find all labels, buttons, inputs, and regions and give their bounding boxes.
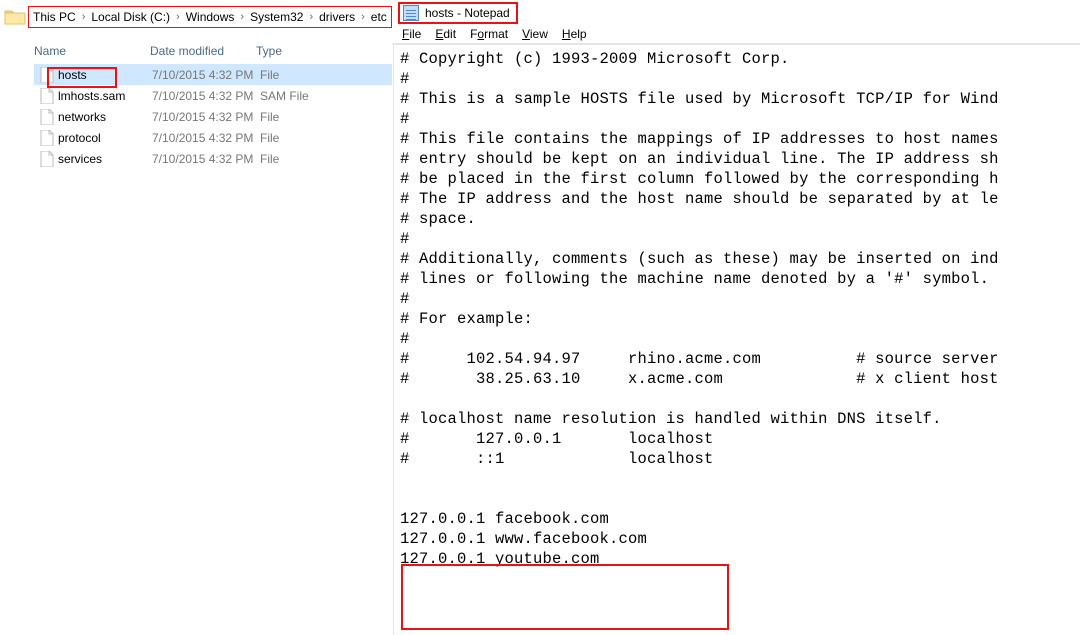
file-date: 7/10/2015 4:32 PM — [152, 110, 260, 124]
file-date: 7/10/2015 4:32 PM — [152, 68, 260, 82]
file-icon — [38, 129, 56, 147]
file-icon — [38, 150, 56, 168]
notepad-window: hosts - Notepad File Edit Format View He… — [392, 0, 1080, 635]
file-list: hosts 7/10/2015 4:32 PM File lmhosts.sam… — [0, 64, 392, 169]
header-date[interactable]: Date modified — [150, 44, 256, 58]
file-date: 7/10/2015 4:32 PM — [152, 152, 260, 166]
editor-text[interactable]: # Copyright (c) 1993-2009 Microsoft Corp… — [400, 49, 1080, 569]
folder-icon — [4, 6, 26, 28]
file-type: SAM File — [260, 89, 340, 103]
file-name: hosts — [58, 68, 152, 82]
menu-help[interactable]: Help — [562, 27, 587, 41]
file-type: File — [260, 110, 340, 124]
file-name: services — [58, 152, 152, 166]
crumb-windows[interactable]: Windows — [186, 10, 235, 24]
file-type: File — [260, 131, 340, 145]
file-icon — [38, 108, 56, 126]
chevron-right-icon: › — [82, 11, 86, 23]
crumb-this-pc[interactable]: This PC — [33, 10, 76, 24]
file-date: 7/10/2015 4:32 PM — [152, 89, 260, 103]
header-type[interactable]: Type — [256, 44, 336, 58]
window-title: hosts - Notepad — [425, 6, 510, 20]
crumb-c[interactable]: Local Disk (C:) — [91, 10, 170, 24]
chevron-right-icon: › — [176, 11, 180, 23]
file-name: protocol — [58, 131, 152, 145]
menu-view[interactable]: View — [522, 27, 548, 41]
address-bar: This PC › Local Disk (C:) › Windows › Sy… — [0, 0, 392, 30]
crumb-drivers[interactable]: drivers — [319, 10, 355, 24]
crumb-etc[interactable]: etc — [371, 10, 387, 24]
menu-bar: File Edit Format View Help — [392, 24, 1080, 44]
notepad-editor[interactable]: # Copyright (c) 1993-2009 Microsoft Corp… — [393, 44, 1080, 635]
crumb-system32[interactable]: System32 — [250, 10, 303, 24]
file-row[interactable]: services 7/10/2015 4:32 PM File — [34, 148, 392, 169]
breadcrumb[interactable]: This PC › Local Disk (C:) › Windows › Sy… — [28, 6, 392, 28]
file-type: File — [260, 68, 340, 82]
file-row[interactable]: networks 7/10/2015 4:32 PM File — [34, 106, 392, 127]
file-name: networks — [58, 110, 152, 124]
file-icon — [38, 66, 56, 84]
menu-format[interactable]: Format — [470, 27, 508, 41]
chevron-right-icon: › — [361, 11, 365, 23]
header-name[interactable]: Name — [34, 44, 150, 58]
file-icon — [38, 87, 56, 105]
file-row[interactable]: hosts 7/10/2015 4:32 PM File — [34, 64, 392, 85]
notepad-icon — [403, 5, 419, 21]
menu-file[interactable]: File — [402, 27, 421, 41]
chevron-right-icon: › — [309, 11, 313, 23]
file-row[interactable]: protocol 7/10/2015 4:32 PM File — [34, 127, 392, 148]
file-type: File — [260, 152, 340, 166]
menu-edit[interactable]: Edit — [435, 27, 456, 41]
file-name: lmhosts.sam — [58, 89, 152, 103]
column-headers: Name Date modified Type — [0, 30, 392, 64]
chevron-right-icon: › — [240, 11, 244, 23]
file-date: 7/10/2015 4:32 PM — [152, 131, 260, 145]
file-explorer: This PC › Local Disk (C:) › Windows › Sy… — [0, 0, 392, 635]
notepad-title-bar: hosts - Notepad — [392, 0, 1080, 24]
file-row[interactable]: lmhosts.sam 7/10/2015 4:32 PM SAM File — [34, 85, 392, 106]
